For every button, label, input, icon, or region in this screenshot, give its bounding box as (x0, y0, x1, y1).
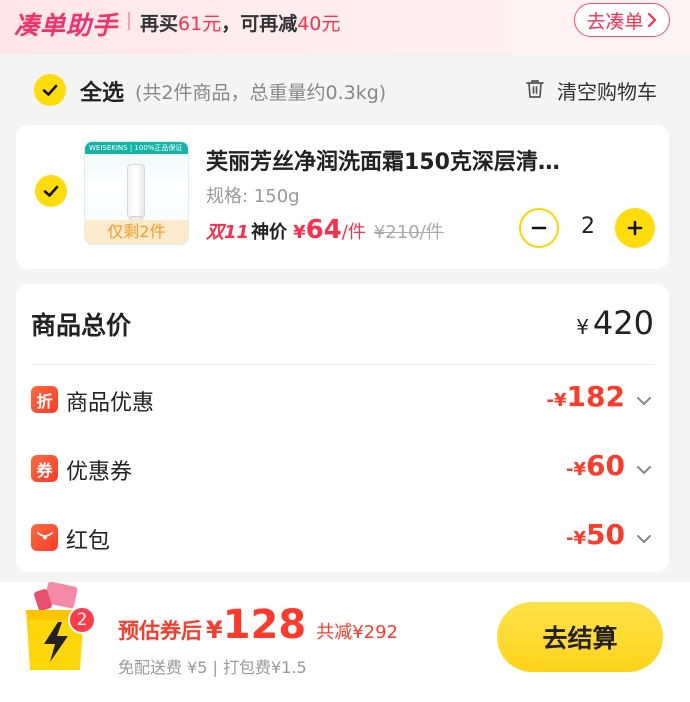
estimate-amount: 128 (222, 602, 307, 648)
price-currency: ¥ (293, 222, 306, 243)
plus-icon (627, 220, 643, 236)
coupon-amount: -¥60 (566, 449, 625, 482)
promo-msg-middle: ，可再减 (221, 13, 298, 35)
promo-logo: 凑单助手 (14, 11, 119, 40)
chevron-down-icon (637, 535, 651, 543)
red-packet-label: 红包 (66, 529, 111, 554)
product-image-band: WEISEKINS | 100%正品保证 (85, 142, 188, 154)
red-packet-sign: - (566, 528, 574, 549)
decrease-quantity-button[interactable] (519, 208, 559, 248)
promo-bar: 凑单助手 再买61元，可再减40元 去凑单 (0, 0, 690, 54)
red-packet-currency: ¥ (573, 528, 587, 549)
promo-msg-amount2: 40元 (297, 13, 341, 35)
coupon-sign: - (566, 459, 574, 480)
product-name[interactable]: 芙丽芳丝净润洗面霜150克深层清… (206, 144, 626, 176)
increase-quantity-button[interactable] (615, 208, 655, 248)
estimate-label: 预估券后 (118, 619, 202, 643)
trash-icon[interactable] (524, 78, 546, 100)
discount-sign: - (546, 390, 555, 411)
product-image[interactable]: WEISEKINS | 100%正品保证 仅剩2件 (84, 141, 189, 245)
cart-item-card: WEISEKINS | 100%正品保证 仅剩2件 芙丽芳丝净润洗面霜150克深… (16, 125, 669, 269)
check-icon (42, 84, 58, 96)
checkout-button[interactable]: 去结算 (497, 602, 663, 672)
summary-total-value: 420 (592, 304, 654, 342)
cart-summary-text: (共2件商品，总重量约0.3kg) (135, 82, 387, 104)
coupon-label: 优惠券 (66, 460, 133, 485)
select-all-row: 全选 (共2件商品，总重量约0.3kg) 清空购物车 (0, 54, 690, 124)
chevron-right-icon (647, 12, 656, 28)
discount-currency: ¥ (554, 390, 567, 411)
checkout-bar: 2 预估券后 ¥ 128 共减¥292 免配送费 ¥5 | 打包费¥1.5 去结… (0, 582, 690, 702)
original-price: ¥210/件 (373, 222, 444, 243)
summary-total: ¥420 (576, 304, 654, 342)
price-value: 64 (305, 215, 342, 245)
discount-label: 商品优惠 (66, 391, 155, 416)
red-packet-icon (31, 524, 58, 551)
coupon-currency: ¥ (573, 459, 587, 480)
cart-count-badge: 2 (68, 606, 96, 634)
estimate-currency: ¥ (206, 616, 223, 644)
minus-icon (531, 226, 547, 230)
stock-tag: 仅剩2件 (85, 220, 188, 244)
red-packet-amount: -¥50 (566, 518, 625, 551)
current-price: ¥64 (293, 215, 342, 245)
promo-price-label: 神价 (251, 222, 288, 243)
fee-info: 免配送费 ¥5 | 打包费¥1.5 (118, 658, 307, 677)
add-items-label: 去凑单 (586, 10, 644, 33)
summary-divider (31, 364, 654, 365)
quantity-value[interactable]: 2 (571, 214, 605, 239)
promo-msg-amount1: 61元 (178, 13, 222, 35)
product-price-line: 双11 神价 ¥64 /件 ¥210/件 (206, 215, 444, 247)
discount-row-product[interactable]: 折 商品优惠 -¥182 (16, 380, 669, 420)
summary-currency: ¥ (576, 315, 589, 339)
chevron-down-icon (637, 466, 651, 474)
promo-message: 再买61元，可再减40元 (140, 9, 340, 36)
chevron-down-icon (637, 397, 651, 405)
select-all-checkbox[interactable] (34, 74, 66, 106)
check-icon (43, 185, 59, 197)
discount-badge-icon: 折 (31, 386, 58, 413)
discount-amount: -¥182 (547, 380, 625, 413)
quantity-stepper: 2 (519, 208, 655, 248)
promo-msg-prefix: 再买 (140, 13, 179, 35)
promo-divider (128, 12, 130, 30)
add-items-button[interactable]: 去凑单 (574, 3, 670, 37)
total-saving[interactable]: 共减¥292 (316, 618, 398, 644)
discount-row-red-packet[interactable]: 红包 -¥50 (16, 518, 669, 558)
estimated-price-line: 预估券后 ¥ 128 共减¥292 (118, 602, 398, 648)
product-spec[interactable]: 规格: 150g (206, 182, 300, 208)
discount-value: 182 (566, 380, 625, 413)
red-packet-value: 50 (586, 518, 625, 551)
clear-cart-button[interactable]: 清空购物车 (557, 76, 657, 105)
product-tube-graphic (127, 164, 145, 220)
price-summary-card: 商品总价 ¥420 折 商品优惠 -¥182 券 优惠券 -¥60 红包 -¥5… (16, 284, 669, 572)
price-unit: /件 (341, 222, 366, 243)
select-all-label[interactable]: 全选 (80, 75, 124, 107)
summary-title: 商品总价 (31, 311, 132, 340)
coupon-badge-icon: 券 (31, 455, 58, 482)
coupon-value: 60 (586, 449, 625, 482)
item-checkbox[interactable] (35, 175, 67, 207)
discount-row-coupon[interactable]: 券 优惠券 -¥60 (16, 449, 669, 489)
double11-tag: 双11 (206, 222, 250, 243)
